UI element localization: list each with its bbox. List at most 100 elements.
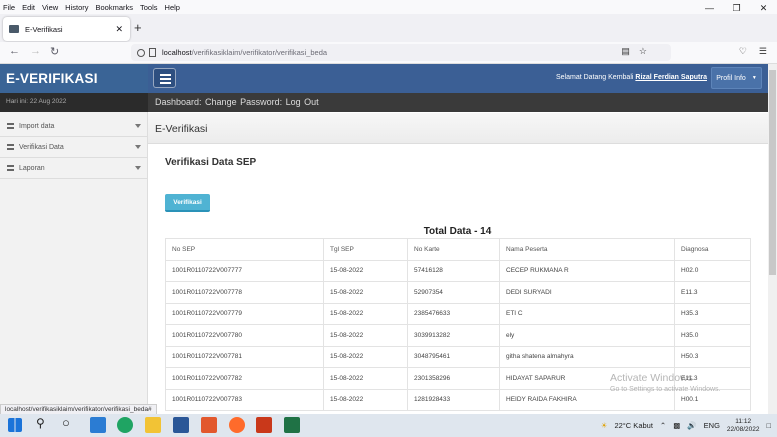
table-cell: 1001R0110722V007779 xyxy=(165,302,324,325)
weather-icon[interactable]: ☀ xyxy=(601,421,608,430)
table-cell: 15-08-2022 xyxy=(323,367,408,390)
menu-bookmarks[interactable]: Bookmarks xyxy=(96,3,134,12)
nav-change-password[interactable]: Change Password xyxy=(205,97,280,107)
menu-icon[interactable]: ☰ xyxy=(759,46,767,57)
excel-icon[interactable] xyxy=(284,417,300,433)
bookmark-star-icon[interactable]: ☆ xyxy=(639,46,647,57)
sidebar-item-label: Verifikasi Data xyxy=(19,143,64,151)
sidebar-item-verifikasi-data[interactable]: Verifikasi Data xyxy=(0,137,148,158)
sidebar-item-label: Laporan xyxy=(19,164,45,172)
welcome-prefix: Selamat Datang Kembali xyxy=(556,74,634,81)
lang-indicator[interactable]: ENG xyxy=(704,421,720,430)
file-explorer-icon[interactable] xyxy=(145,417,161,433)
col-no-sep[interactable]: No SEP xyxy=(165,238,324,261)
menu-tools[interactable]: Tools xyxy=(140,3,158,12)
scrollbar-thumb[interactable] xyxy=(769,70,776,275)
table-cell: ely xyxy=(499,324,675,347)
table-cell: CECEP RUKMANA R xyxy=(499,259,675,282)
table-cell: 15-08-2022 xyxy=(323,324,408,347)
table-row[interactable]: 1001R0110722V007778 15-08-2022 52907354 DED… xyxy=(165,281,751,304)
clock[interactable]: 11:12 22/08/2022 xyxy=(727,418,760,434)
volume-icon[interactable]: 🔊 xyxy=(687,421,696,430)
network-icon[interactable]: ▩ xyxy=(673,421,680,430)
favicon-icon xyxy=(9,25,19,33)
table-header-row: No SEP Tgl SEP No Karte Nama Peserta Dia… xyxy=(165,238,751,261)
activate-windows-title: Activate Windows xyxy=(610,372,693,384)
table-cell: 3048795461 xyxy=(407,345,500,368)
sidebar-item-import-data[interactable]: Import data xyxy=(0,116,148,137)
weather-text[interactable]: 22°C Kabut xyxy=(614,421,652,430)
mail-icon[interactable] xyxy=(90,417,106,433)
profile-info-button[interactable]: Profil Info ▼ xyxy=(711,67,762,89)
table-cell: 15-08-2022 xyxy=(323,345,408,368)
reload-icon[interactable]: ↻ xyxy=(50,45,59,58)
table-cell: 1001R0110722V007782 xyxy=(165,367,324,390)
table-cell: ETI C xyxy=(499,302,675,325)
table-cell: 57416128 xyxy=(407,259,500,282)
page-breadcrumb: E-Verifikasi xyxy=(148,113,768,144)
table-row[interactable]: 1001R0110722V007777 15-08-2022 57416128 CEC… xyxy=(165,259,751,282)
windows-start-icon[interactable] xyxy=(8,418,22,432)
sidebar-toggle-button[interactable] xyxy=(153,68,176,88)
table-cell: 2301358296 xyxy=(407,367,500,390)
col-nama-peserta[interactable]: Nama Peserta xyxy=(499,238,675,261)
back-icon[interactable]: ← xyxy=(9,45,20,57)
sidebar-item-laporan[interactable]: Laporan xyxy=(0,158,148,179)
browser-tab[interactable]: E-Verifikasi ✕ xyxy=(3,17,130,41)
table-cell: 1001R0110722V007778 xyxy=(165,281,324,304)
table-cell: 1281928433 xyxy=(407,388,500,411)
table-cell: 3039913282 xyxy=(407,324,500,347)
close-tab-icon[interactable]: ✕ xyxy=(115,24,123,35)
nav-logout[interactable]: Log Out xyxy=(286,97,319,107)
menu-help[interactable]: Help xyxy=(165,3,180,12)
user-name-link[interactable]: Rizal Ferdian Saputra xyxy=(635,74,707,81)
edge-icon[interactable] xyxy=(117,417,133,433)
table-row[interactable]: 1001R0110722V007780 15-08-2022 3039913282 e… xyxy=(165,324,751,347)
hamburger-icon-line xyxy=(160,78,171,80)
col-diagnosa[interactable]: Diagnosa xyxy=(674,238,751,261)
maximize-icon[interactable]: ❐ xyxy=(723,0,750,14)
task-view-icon[interactable]: ○ xyxy=(62,415,70,430)
table-cell: 2385476633 xyxy=(407,302,500,325)
new-tab-icon[interactable]: + xyxy=(134,20,142,35)
app-brand[interactable]: E-VERIFIKASI xyxy=(0,64,148,93)
url-host: localhost xyxy=(162,48,192,57)
site-info-icon[interactable] xyxy=(137,48,145,57)
table-cell: H02.0 xyxy=(674,259,751,282)
table-cell: DEDI SURYADI xyxy=(499,281,675,304)
menu-view[interactable]: View xyxy=(42,3,58,12)
notification-icon[interactable]: □ xyxy=(766,421,771,430)
menu-edit[interactable]: Edit xyxy=(22,3,35,12)
forward-icon[interactable]: → xyxy=(30,45,41,57)
powerpoint-icon[interactable] xyxy=(256,417,272,433)
table-cell: 1001R0110722V007777 xyxy=(165,259,324,282)
close-window-icon[interactable]: ✕ xyxy=(750,0,777,14)
word-icon[interactable] xyxy=(173,417,189,433)
total-data-label: Total Data - 14 xyxy=(423,226,492,237)
col-tgl-sep[interactable]: Tgl SEP xyxy=(323,238,408,261)
chevron-down-icon xyxy=(135,124,141,128)
list-icon xyxy=(7,165,14,171)
section-title: Verifikasi Data SEP xyxy=(165,157,257,168)
table-cell: 15-08-2022 xyxy=(323,281,408,304)
url-bar[interactable]: localhost /verifikasiklaim/verifikator/v… xyxy=(131,44,671,61)
hamburger-icon-line xyxy=(160,82,171,84)
app-icon[interactable] xyxy=(201,417,217,433)
nav-dashboard[interactable]: Dashboard xyxy=(155,97,199,107)
verifikasi-button[interactable]: Verifikasi xyxy=(165,194,210,212)
menu-history[interactable]: History xyxy=(65,3,88,12)
list-icon xyxy=(7,144,14,150)
menu-file[interactable]: File xyxy=(3,3,15,12)
minimize-icon[interactable]: — xyxy=(696,0,723,14)
col-no-karte[interactable]: No Karte xyxy=(407,238,500,261)
tab-title: E-Verifikasi xyxy=(25,24,63,34)
search-icon[interactable]: ⚲ xyxy=(36,416,45,430)
reader-view-icon[interactable]: ▤ xyxy=(621,46,630,57)
pocket-icon[interactable]: ♡ xyxy=(739,46,747,57)
firefox-icon[interactable] xyxy=(229,417,245,433)
table-row[interactable]: 1001R0110722V007781 15-08-2022 3048795461 g… xyxy=(165,345,751,368)
tray-chevron-icon[interactable]: ⌃ xyxy=(660,421,666,430)
table-row[interactable]: 1001R0110722V007779 15-08-2022 2385476633 E… xyxy=(165,302,751,325)
profile-label: Profil Info xyxy=(716,74,746,82)
browser-menubar: File Edit View History Bookmarks Tools H… xyxy=(0,0,777,14)
